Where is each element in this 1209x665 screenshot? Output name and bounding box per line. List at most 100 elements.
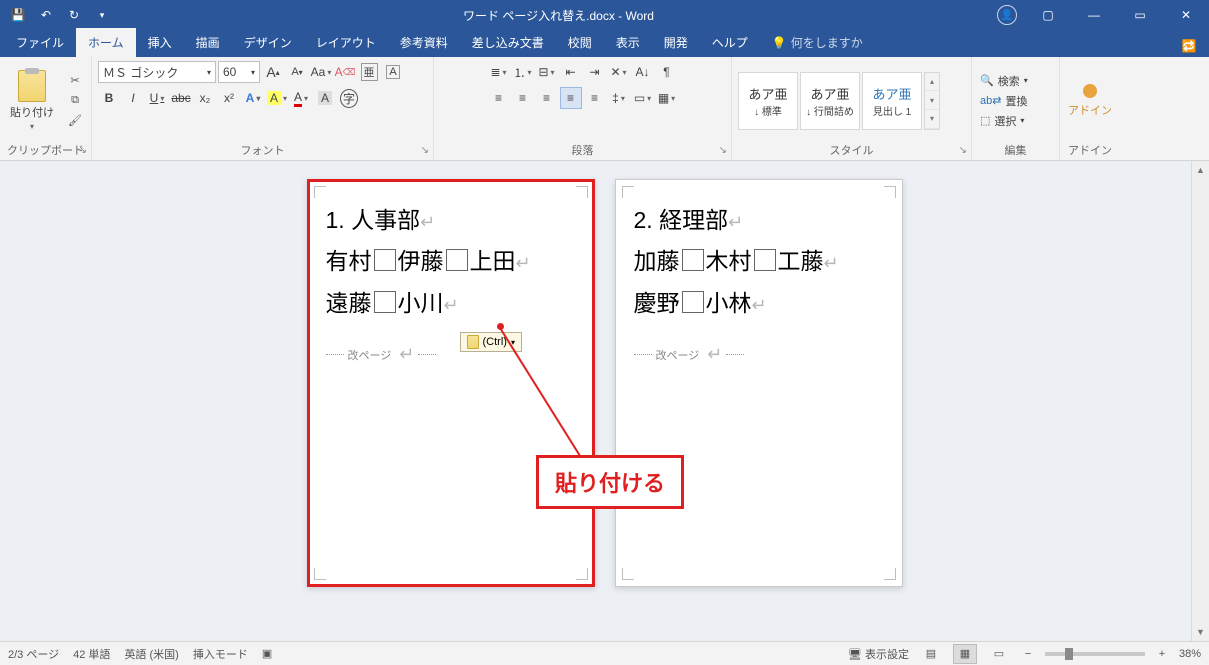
change-case-button[interactable]: Aa xyxy=(310,61,332,83)
distributed-button[interactable]: ≡ xyxy=(584,87,606,109)
align-right-button[interactable]: ≡ xyxy=(536,87,558,109)
scroll-down-icon[interactable]: ▼ xyxy=(1192,623,1209,641)
save-icon[interactable]: 💾 xyxy=(6,3,30,27)
paragraph-launcher-icon[interactable]: ↘ xyxy=(719,145,727,156)
grow-font-button[interactable]: A▴ xyxy=(262,61,284,83)
view-web-layout-icon[interactable]: ▭ xyxy=(987,644,1011,664)
close-icon[interactable]: ✕ xyxy=(1163,0,1209,30)
font-size-combo[interactable]: 60▾ xyxy=(218,61,260,83)
tab-review[interactable]: 校閲 xyxy=(556,28,604,57)
zoom-level[interactable]: 38% xyxy=(1179,648,1201,660)
redo-icon[interactable]: ↻ xyxy=(62,3,86,27)
font-launcher-icon[interactable]: ↘ xyxy=(421,145,429,156)
vertical-scrollbar[interactable]: ▲ ▼ xyxy=(1191,161,1209,641)
justify-button[interactable]: ≡ xyxy=(560,87,582,109)
page2-line2: 加藤木村工藤↵ xyxy=(634,241,884,282)
style-normal[interactable]: あア亜↓ 標準 xyxy=(738,72,798,130)
page-1[interactable]: 1. 人事部↵ 有村伊藤上田↵ 遠藤小川↵ (Ctrl) ▾ 改ページ↵ xyxy=(307,179,595,587)
shading-button[interactable]: ▭ xyxy=(632,87,654,109)
bullets-button[interactable]: ≣ xyxy=(488,61,510,83)
scroll-up-icon[interactable]: ▲ xyxy=(1192,161,1209,179)
align-center-button[interactable]: ≡ xyxy=(512,87,534,109)
styles-launcher-icon[interactable]: ↘ xyxy=(959,145,967,156)
tab-draw[interactable]: 描画 xyxy=(184,28,232,57)
zoom-in-button[interactable]: + xyxy=(1155,648,1169,660)
line-spacing-button[interactable]: ‡ xyxy=(608,87,630,109)
macro-record-icon[interactable]: ▣ xyxy=(262,647,272,660)
zoom-slider[interactable] xyxy=(1045,652,1145,656)
replace-button[interactable]: ab⇄置換 xyxy=(978,92,1030,110)
status-insert-mode[interactable]: 挿入モード xyxy=(193,646,248,662)
style-gallery-scroll[interactable]: ▴▾▾ xyxy=(924,72,940,130)
zoom-slider-thumb[interactable] xyxy=(1065,648,1073,660)
superscript-button[interactable]: x² xyxy=(218,87,240,109)
tab-view[interactable]: 表示 xyxy=(604,28,652,57)
find-button[interactable]: 🔍検索▾ xyxy=(978,72,1030,90)
underline-button[interactable]: U xyxy=(146,87,168,109)
cursor-icon: ⬚ xyxy=(980,114,990,127)
ribbon-display-options-icon[interactable]: ▢ xyxy=(1025,0,1071,30)
increase-indent-button[interactable]: ⇥ xyxy=(584,61,606,83)
status-page[interactable]: 2/3 ページ xyxy=(8,646,59,662)
view-print-layout-icon[interactable]: ▦ xyxy=(953,644,977,664)
document-canvas[interactable]: 1. 人事部↵ 有村伊藤上田↵ 遠藤小川↵ (Ctrl) ▾ 改ページ↵ 2. … xyxy=(0,161,1209,641)
borders-button[interactable]: ▦ xyxy=(656,87,678,109)
undo-icon[interactable]: ↶ xyxy=(34,3,58,27)
subscript-button[interactable]: x₂ xyxy=(194,87,216,109)
paste-button[interactable]: 貼り付け ▾ xyxy=(6,68,58,133)
group-paragraph-label: 段落 xyxy=(572,142,594,158)
style-heading1[interactable]: あア亜見出し 1 xyxy=(862,72,922,130)
style-nospacing[interactable]: あア亜↓ 行間詰め xyxy=(800,72,860,130)
status-language[interactable]: 英語 (米国) xyxy=(124,646,178,662)
tab-help[interactable]: ヘルプ xyxy=(700,28,760,57)
tab-file[interactable]: ファイル xyxy=(4,28,76,57)
clipboard-launcher-icon[interactable]: ↘ xyxy=(79,145,87,156)
cut-icon[interactable]: ✂ xyxy=(66,72,84,90)
highlight-button[interactable]: A xyxy=(266,87,288,109)
display-settings-button[interactable]: 🖥 表示設定 xyxy=(848,646,909,662)
tab-home[interactable]: ホーム xyxy=(76,28,136,57)
char-shading-button[interactable]: A xyxy=(314,87,336,109)
shrink-font-button[interactable]: A▾ xyxy=(286,61,308,83)
view-read-mode-icon[interactable]: ▤ xyxy=(919,644,943,664)
copy-icon[interactable]: ⧉ xyxy=(66,92,84,110)
show-marks-button[interactable]: ¶ xyxy=(656,61,678,83)
maximize-icon[interactable]: ▭ xyxy=(1117,0,1163,30)
bold-button[interactable]: B xyxy=(98,87,120,109)
tab-references[interactable]: 参考資料 xyxy=(388,28,460,57)
phonetic-guide-button[interactable]: 亜 xyxy=(358,61,380,83)
scroll-track[interactable] xyxy=(1192,179,1209,623)
enclose-char-button[interactable]: 字 xyxy=(338,87,360,109)
multilevel-list-button[interactable]: ⊟ xyxy=(536,61,558,83)
tab-developer[interactable]: 開発 xyxy=(652,28,700,57)
status-words[interactable]: 42 単語 xyxy=(73,646,110,662)
select-button[interactable]: ⬚選択▾ xyxy=(978,112,1030,130)
tab-layout[interactable]: レイアウト xyxy=(304,28,388,57)
page-2[interactable]: 2. 経理部↵ 加藤木村工藤↵ 慶野小林↵ 改ページ↵ xyxy=(615,179,903,587)
tab-mailings[interactable]: 差し込み文書 xyxy=(460,28,556,57)
numbering-button[interactable]: ⒈ xyxy=(512,61,534,83)
callout-box: 貼り付ける xyxy=(536,455,684,509)
share-button[interactable]: 🔁 xyxy=(1169,39,1209,57)
zoom-out-button[interactable]: − xyxy=(1021,648,1035,660)
user-avatar-icon[interactable]: 👤 xyxy=(997,5,1017,25)
minimize-icon[interactable]: — xyxy=(1071,0,1117,30)
clear-formatting-button[interactable]: A⌫ xyxy=(334,61,356,83)
strikethrough-button[interactable]: abc xyxy=(170,87,192,109)
asian-layout-button[interactable]: ✕ xyxy=(608,61,630,83)
tab-design[interactable]: デザイン xyxy=(232,28,304,57)
decrease-indent-button[interactable]: ⇤ xyxy=(560,61,582,83)
font-name-combo[interactable]: ＭＳ ゴシック▾ xyxy=(98,61,216,83)
italic-button[interactable]: I xyxy=(122,87,144,109)
tab-insert[interactable]: 挿入 xyxy=(136,28,184,57)
align-left-button[interactable]: ≡ xyxy=(488,87,510,109)
font-color-button[interactable]: A xyxy=(290,87,312,109)
tell-me-search[interactable]: 💡 何をしますか xyxy=(760,28,875,57)
style-gallery[interactable]: あア亜↓ 標準 あア亜↓ 行間詰め あア亜見出し 1 ▴▾▾ xyxy=(738,72,940,130)
text-effects-button[interactable]: A xyxy=(242,87,264,109)
addin-button[interactable]: アドイン xyxy=(1066,84,1114,118)
sort-button[interactable]: A↓ xyxy=(632,61,654,83)
char-border-button[interactable]: A xyxy=(382,61,404,83)
qat-customize-icon[interactable]: ▾ xyxy=(90,3,114,27)
format-painter-icon[interactable]: 🖌 xyxy=(66,112,84,130)
